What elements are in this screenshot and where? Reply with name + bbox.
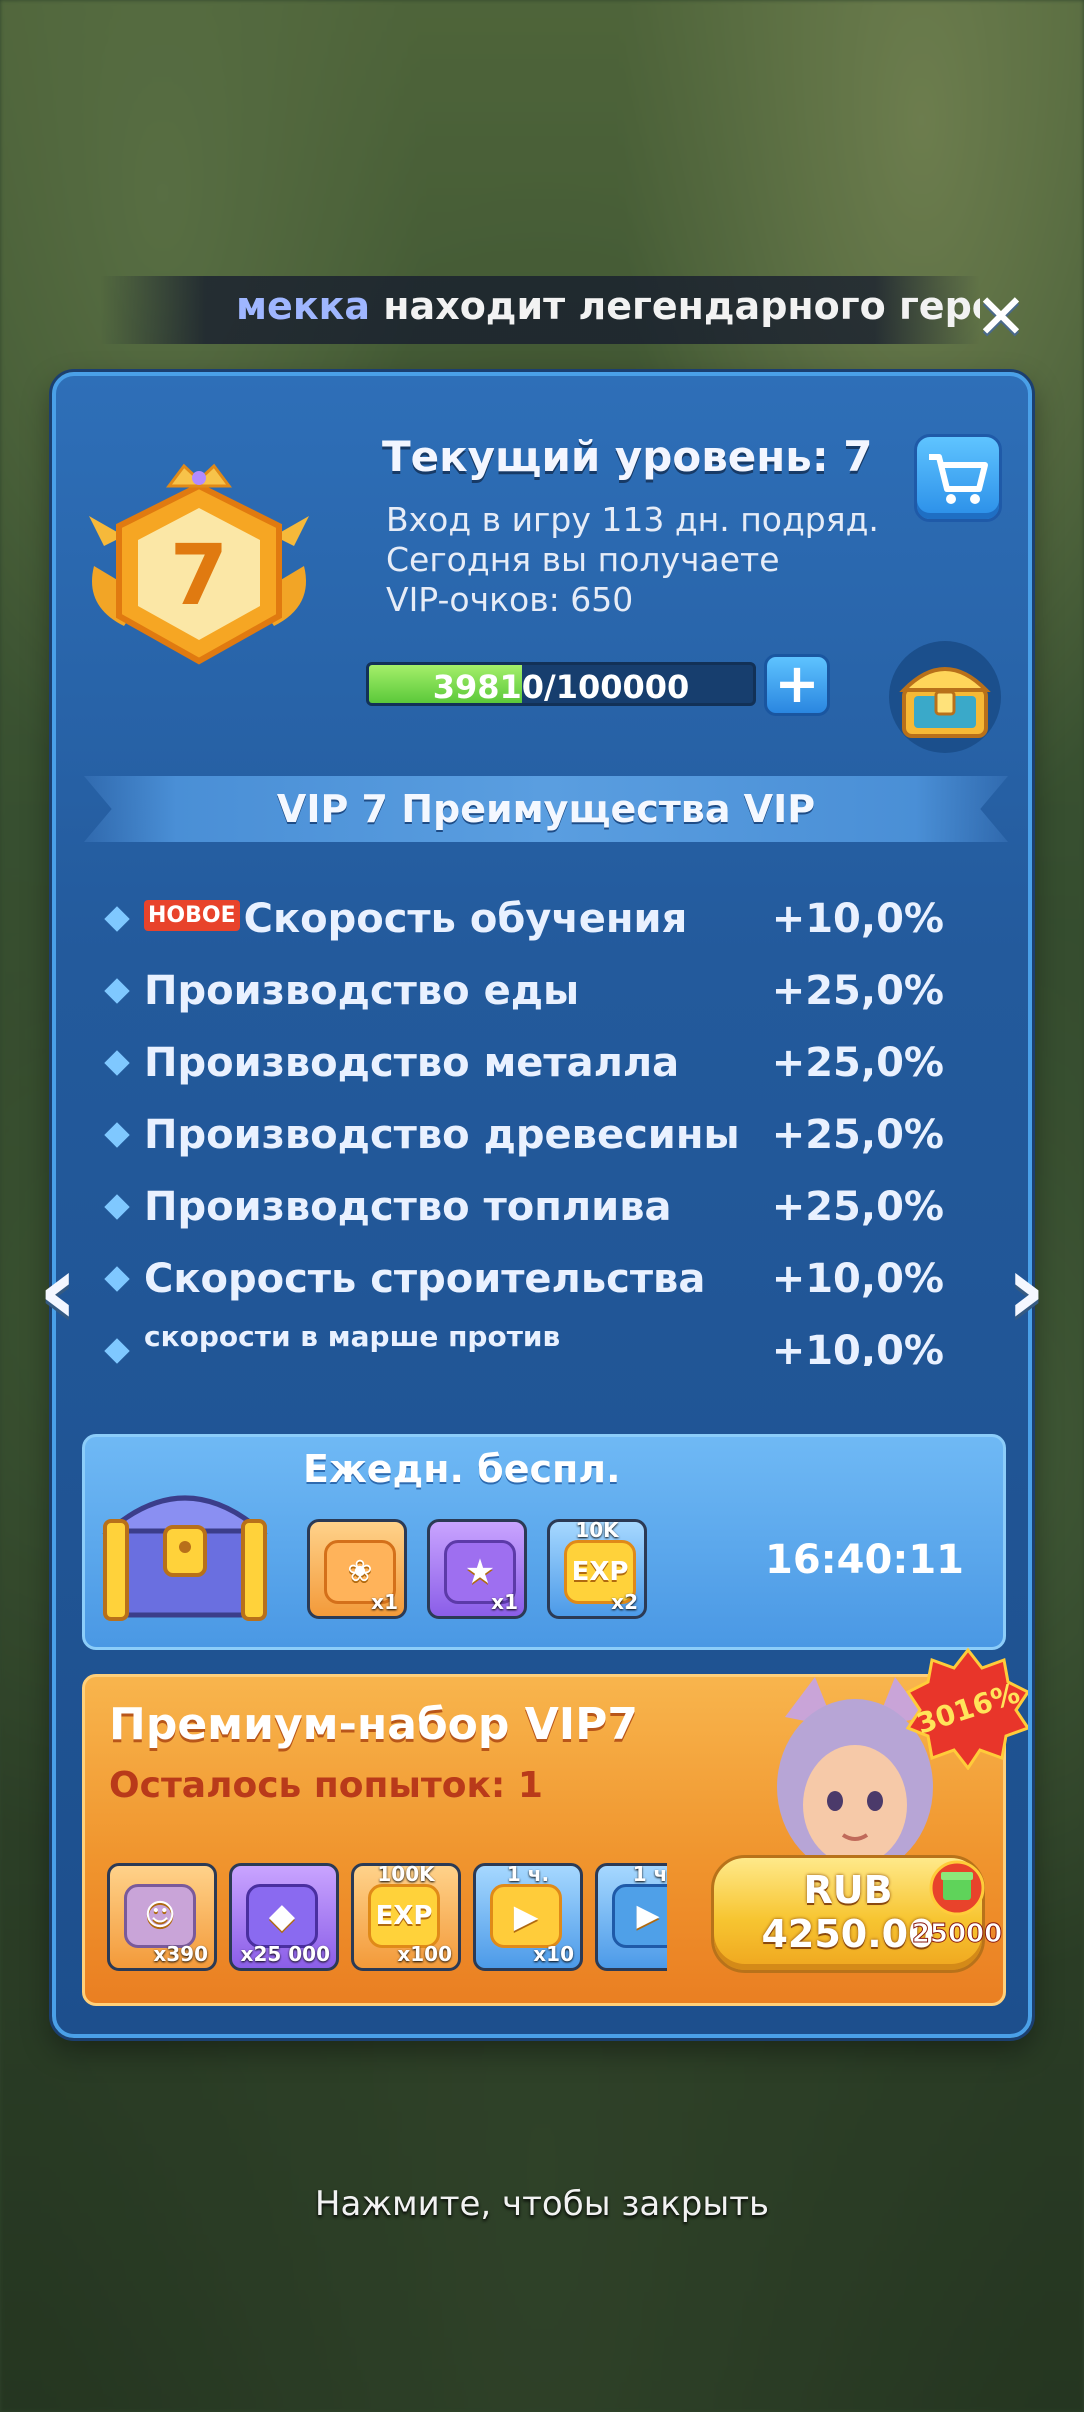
benefit-value: +25,0% — [771, 1112, 944, 1158]
vip-chest-icon[interactable] — [886, 638, 1004, 756]
premium-item-gems[interactable]: ◆ x25 000 — [229, 1863, 339, 1971]
ticker-message: находит легендарного героя — [383, 284, 980, 328]
bullet-icon — [104, 1266, 130, 1292]
benefit-name: Производство топлива — [144, 1184, 672, 1230]
vip-panel: 7 Текущий уровень: 7 Вход в игру 113 дн.… — [52, 372, 1032, 2038]
item-amount: 10K — [575, 1518, 619, 1542]
vip-benefits-banner: VIP 7 Преимущества VIP — [84, 776, 1008, 842]
benefit-name: Производство металла — [144, 1040, 680, 1086]
daily-item-exp[interactable]: 10K EXP x2 — [547, 1518, 647, 1619]
gem-icon: ◆ — [246, 1884, 318, 1948]
daily-item-skill-medal[interactable]: ❀ x1 — [307, 1519, 407, 1619]
benefit-value: +10,0% — [771, 1328, 944, 1366]
ticker-text: мекка находит легендарного героя — [236, 284, 980, 328]
next-level-arrow[interactable]: › — [996, 1240, 1056, 1340]
exp-icon: EXP — [368, 1884, 440, 1948]
benefit-value: +10,0% — [771, 896, 944, 942]
current-level-title: Текущий уровень: 7 — [382, 432, 873, 481]
discount-badge: 3016% — [906, 1647, 1028, 1770]
bonus-badge: 25000 — [911, 1860, 1003, 1950]
item-amount: 100K — [377, 1862, 435, 1886]
news-ticker: мекка находит легендарного героя — [100, 276, 980, 344]
premium-pack-card[interactable]: Премиум-набор VIP7 Осталось попыток: 1 ☺… — [82, 1674, 1006, 2006]
new-tag: НОВОЕ — [144, 900, 240, 931]
bullet-icon — [104, 1122, 130, 1148]
bullet-icon — [104, 1194, 130, 1220]
benefit-name: Производство еды — [144, 968, 580, 1014]
premium-pack-title: Премиум-набор VIP7 — [109, 1699, 639, 1750]
vip-benefits-title: VIP 7 Преимущества VIP — [276, 787, 816, 831]
item-qty: x390 — [153, 1942, 208, 1966]
shop-cart-button[interactable] — [914, 434, 1002, 522]
vip-level-badge: 7 — [89, 463, 309, 665]
daily-timer: 16:40:11 — [765, 1537, 964, 1583]
bullet-icon — [104, 978, 130, 1004]
benefit-name: скорости в марше против — [144, 1320, 561, 1353]
benefit-row: Производство топлива +25,0% — [56, 1174, 1028, 1246]
tap-to-close-hint[interactable]: Нажмите, чтобы закрыть — [0, 2184, 1084, 2224]
prev-level-arrow[interactable]: ‹ — [28, 1240, 88, 1340]
benefit-row: Производство еды +25,0% — [56, 958, 1028, 1030]
hero-shard-icon: ☺ — [124, 1884, 196, 1948]
benefit-row: НОВОЕ Скорость обучения +10,0% — [56, 886, 1028, 958]
item-amount: 1 ч — [632, 1862, 667, 1886]
benefit-row: скорости в марше против +10,0% — [56, 1318, 1028, 1366]
benefit-value: +25,0% — [771, 1184, 944, 1230]
premium-item-hero-shard[interactable]: ☺ x390 — [107, 1863, 217, 1971]
bullet-icon — [104, 1338, 130, 1364]
benefit-name: Скорость строительства — [144, 1256, 706, 1302]
today-receive-text: Сегодня вы получаете — [386, 540, 780, 579]
benefit-name: Производство древесины — [144, 1112, 740, 1158]
benefit-row: Скорость строительства +10,0% — [56, 1246, 1028, 1318]
attempts-left-text: Осталось попыток: 1 — [109, 1765, 543, 1806]
speedup-icon: ▶ — [612, 1884, 667, 1948]
bullet-icon — [104, 906, 130, 932]
cart-icon — [929, 454, 988, 504]
add-vip-points-button[interactable]: + — [764, 654, 830, 716]
item-amount: 1 ч. — [506, 1862, 550, 1886]
vip-points-text: VIP-очков: 650 — [386, 580, 634, 619]
ticker-player-name: мекка — [236, 284, 371, 328]
benefit-name: НОВОЕ Скорость обучения — [144, 896, 687, 942]
item-qty: x1 — [371, 1590, 398, 1614]
benefit-value: +25,0% — [771, 1040, 944, 1086]
daily-chest-icon — [102, 1495, 268, 1621]
vip-level-number: 7 — [170, 526, 228, 624]
daily-free-title: Ежедн. беспл. — [303, 1447, 621, 1491]
benefits-list[interactable]: НОВОЕ Скорость обучения +10,0% Производст… — [56, 886, 1028, 1366]
item-qty: x1 — [491, 1590, 518, 1614]
premium-item-build-speedup[interactable]: 1 ч. ▶ x10 — [473, 1862, 583, 1971]
daily-free-card[interactable]: Ежедн. беспл. ❀ x1 ★ x1 10K EXP x2 16:40… — [82, 1434, 1006, 1650]
premium-items-row[interactable]: ☺ x390 ◆ x25 000 100K EXP x100 1 ч. ▶ x1… — [107, 1855, 667, 1975]
login-streak-text: Вход в игру 113 дн. подряд. — [386, 500, 879, 539]
item-qty: x100 — [397, 1942, 452, 1966]
hammer-speedup-icon: ▶ — [490, 1884, 562, 1948]
benefit-value: +25,0% — [771, 968, 944, 1014]
benefit-value: +10,0% — [771, 1256, 944, 1302]
bullet-icon — [104, 1050, 130, 1076]
item-qty: x25 000 — [240, 1942, 330, 1966]
daily-item-card[interactable]: ★ x1 — [427, 1519, 527, 1619]
close-button[interactable]: ✕ — [972, 286, 1030, 348]
benefit-row: Производство металла +25,0% — [56, 1030, 1028, 1102]
vip-progress-text: 39810/100000 — [432, 668, 690, 706]
item-qty: x2 — [611, 1590, 638, 1614]
premium-item-speedup[interactable]: 1 ч ▶ — [595, 1862, 667, 1971]
vip-progress-bar: 39810/100000 — [366, 662, 756, 706]
premium-item-exp[interactable]: 100K EXP x100 — [351, 1862, 461, 1971]
bonus-amount: 25000 — [912, 1919, 1002, 1949]
benefit-row: Производство древесины +25,0% — [56, 1102, 1028, 1174]
item-qty: x10 — [533, 1942, 574, 1966]
